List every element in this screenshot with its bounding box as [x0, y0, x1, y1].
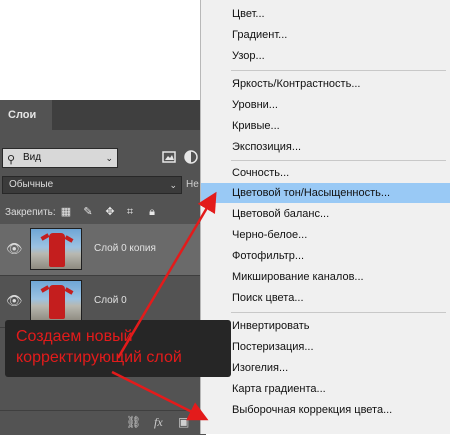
- fx-icon[interactable]: fx: [154, 415, 163, 429]
- menu-item-exposure[interactable]: Экспозиция...: [201, 137, 450, 157]
- artboard-icon[interactable]: ⌗: [124, 206, 136, 218]
- menu-item-hue-saturation[interactable]: Цветовой тон/Насыщенность...: [201, 183, 450, 203]
- menu-item-color-lookup[interactable]: Поиск цвета...: [201, 288, 450, 308]
- menu-item-curves[interactable]: Кривые...: [201, 116, 450, 136]
- menu-item-levels[interactable]: Уровни...: [201, 95, 450, 115]
- menu-item-color[interactable]: Цвет...: [201, 4, 450, 24]
- visibility-eye-icon[interactable]: 👁︎: [6, 294, 23, 308]
- menu-item-channel-mixer[interactable]: Микширование каналов...: [201, 267, 450, 287]
- visibility-eye-icon[interactable]: 👁︎: [6, 242, 23, 256]
- lock-transparency-icon[interactable]: ▦: [60, 206, 72, 218]
- layer-thumbnail: [30, 228, 82, 270]
- filter-row: ⚲ Вид ⌄: [0, 148, 206, 170]
- layer-name[interactable]: Слой 0: [94, 295, 127, 306]
- mask-icon[interactable]: ▣: [178, 415, 189, 429]
- menu-item-color-balance[interactable]: Цветовой баланс...: [201, 204, 450, 224]
- chevron-down-icon: ⌄: [105, 153, 113, 163]
- layer-name[interactable]: Слой 0 копия: [94, 243, 156, 254]
- menu-item-selective-color[interactable]: Выборочная коррекция цвета...: [201, 400, 450, 420]
- panel-tab-bar: Слои: [0, 100, 206, 130]
- menu-item-vibrance[interactable]: Сочность...: [201, 163, 450, 183]
- image-filter-icon[interactable]: [162, 150, 176, 164]
- lock-label: Закрепить:: [5, 207, 56, 218]
- menu-item-black-white[interactable]: Черно-белое...: [201, 225, 450, 245]
- menu-item-threshold[interactable]: Изогелия...: [201, 358, 450, 378]
- menu-item-gradient[interactable]: Градиент...: [201, 25, 450, 45]
- link-icon[interactable]: ⛓︎: [126, 415, 141, 429]
- blend-row: Обычные ⌄ Не: [0, 176, 206, 196]
- callout-line-1: Создаем новый: [16, 328, 133, 345]
- lock-row: Закрепить: ▦ ✎ ✥ ⌗ 🔒︎: [0, 204, 206, 222]
- adjustment-filter-icon[interactable]: [184, 150, 198, 164]
- lock-paint-icon[interactable]: ✎: [82, 206, 94, 218]
- menu-item-invert[interactable]: Инвертировать: [201, 316, 450, 336]
- adjustment-menu: Цвет... Градиент... Узор... Яркость/Конт…: [200, 0, 450, 434]
- menu-divider: [231, 70, 446, 71]
- menu-divider: [231, 160, 446, 161]
- blend-mode-value: Обычные: [9, 179, 54, 190]
- menu-item-gradient-map[interactable]: Карта градиента...: [201, 379, 450, 399]
- menu-item-posterize[interactable]: Постеризация...: [201, 337, 450, 357]
- layers-panel: Слои ⚲ Вид ⌄ Обычные ⌄ Не Закрепить: ▦ ✎…: [0, 100, 206, 435]
- annotation-callout: Создаем новый корректирующий слой: [5, 320, 231, 377]
- blend-mode-select[interactable]: Обычные ⌄: [2, 176, 182, 194]
- callout-line-2: корректирующий слой: [16, 349, 182, 366]
- kind-filter-select[interactable]: ⚲ Вид ⌄: [2, 148, 118, 168]
- chevron-down-icon: ⌄: [169, 180, 177, 190]
- menu-divider: [231, 312, 446, 313]
- kind-filter-label: Вид: [23, 152, 42, 163]
- layer-thumbnail: [30, 280, 82, 322]
- layers-bottom-bar: ⛓︎ fx ▣: [0, 410, 206, 435]
- menu-item-brightness-contrast[interactable]: Яркость/Контрастность...: [201, 74, 450, 94]
- search-icon: ⚲: [7, 154, 16, 166]
- opacity-label: Не: [186, 179, 199, 190]
- menu-item-pattern[interactable]: Узор...: [201, 46, 450, 66]
- layer-row-copy[interactable]: 👁︎ Слой 0 копия: [0, 224, 206, 276]
- lock-all-icon[interactable]: 🔒︎: [146, 206, 158, 218]
- lock-position-icon[interactable]: ✥: [104, 206, 116, 218]
- tab-layers[interactable]: Слои: [0, 100, 52, 130]
- menu-item-photo-filter[interactable]: Фотофильтр...: [201, 246, 450, 266]
